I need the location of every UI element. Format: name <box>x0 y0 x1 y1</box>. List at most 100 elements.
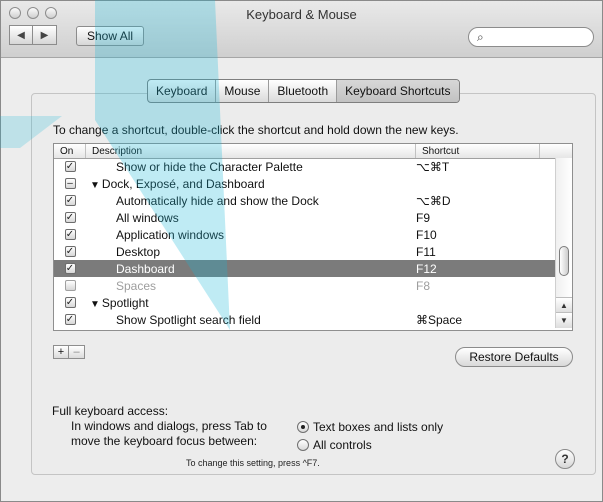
search-field[interactable]: ⌕ <box>468 27 594 47</box>
add-remove-controls: + – <box>53 345 85 359</box>
checkbox-cell <box>54 246 86 257</box>
tab-bluetooth[interactable]: Bluetooth <box>269 80 338 102</box>
radio-button-selected-icon[interactable] <box>297 421 309 433</box>
radio-label: All controls <box>313 438 372 452</box>
shortcut-description: Dashboard <box>86 262 416 276</box>
remove-shortcut-button[interactable]: – <box>69 345 85 359</box>
shortcut-keys[interactable]: F12 <box>416 262 556 276</box>
description-text: Application windows <box>116 227 225 242</box>
right-triangle-icon: ▶ <box>40 29 49 41</box>
table-row[interactable]: Show Spotlight search field ⌘Space <box>54 311 556 328</box>
tab-keyboard[interactable]: Keyboard <box>148 80 217 102</box>
preferences-window: Keyboard & Mouse ◀ ▶ Show All ⌕ Keyboard… <box>0 0 603 502</box>
history-nav: ◀ ▶ <box>9 25 57 45</box>
checkbox-cell <box>54 178 86 189</box>
vertical-scrollbar[interactable]: ▲ ▼ <box>555 158 572 328</box>
disclosure-triangle-icon[interactable]: ▼ <box>90 299 100 310</box>
table-header: On Description Shortcut <box>54 144 572 159</box>
description-text: Desktop <box>116 244 161 259</box>
search-icon: ⌕ <box>477 29 484 44</box>
enabled-checkbox[interactable] <box>64 246 76 257</box>
table-row[interactable]: Show or hide the Character Palette ⌥⌘T <box>54 158 556 175</box>
shortcut-description: Spaces <box>86 279 416 293</box>
column-header-shortcut[interactable]: Shortcut <box>416 144 540 158</box>
table-row[interactable]: Spaces F8 <box>54 277 556 294</box>
search-input[interactable] <box>487 28 582 46</box>
shortcut-description: Desktop <box>86 245 416 259</box>
checkbox-cell <box>54 229 86 240</box>
checkbox-cell <box>54 297 86 308</box>
scroll-up-arrow-icon[interactable]: ▲ <box>556 297 572 313</box>
shortcut-keys[interactable]: F8 <box>416 279 556 293</box>
checkbox-cell <box>54 314 86 325</box>
shortcut-keys[interactable]: ⌥⌘T <box>416 160 556 174</box>
disclosure-triangle-icon[interactable]: ▼ <box>90 180 100 191</box>
enabled-checkbox[interactable] <box>64 161 76 172</box>
description-text: Dock, Exposé, and Dashboard <box>101 176 265 191</box>
shortcut-description: ▼ Spotlight <box>86 296 416 310</box>
window-title: Keyboard & Mouse <box>246 7 357 22</box>
enabled-checkbox[interactable] <box>64 263 76 274</box>
shortcut-keys[interactable]: F10 <box>416 228 556 242</box>
checkbox-cell <box>54 263 86 274</box>
enabled-checkbox[interactable] <box>64 297 76 308</box>
description-text: Spotlight <box>101 295 149 310</box>
description-text: Dashboard <box>116 261 175 276</box>
scrollbar-thumb[interactable] <box>559 246 569 276</box>
checkbox-cell <box>54 280 86 291</box>
help-button[interactable]: ? <box>555 449 575 469</box>
left-triangle-icon: ◀ <box>17 29 25 41</box>
enabled-checkbox[interactable] <box>64 212 76 223</box>
radio-all-controls[interactable]: All controls <box>297 437 443 453</box>
shortcut-description: Show or hide the Character Palette <box>86 160 416 174</box>
table-row[interactable]: Dashboard F12 <box>54 260 556 277</box>
radio-button-icon[interactable] <box>297 439 309 451</box>
enabled-checkbox[interactable] <box>64 195 76 206</box>
description-text: Automatically hide and show the Dock <box>116 193 319 208</box>
keyboard-access-hint: To change this setting, press ^F7. <box>186 458 320 468</box>
restore-defaults-button[interactable]: Restore Defaults <box>455 347 573 367</box>
enabled-checkbox[interactable] <box>64 229 76 240</box>
forward-button[interactable]: ▶ <box>33 25 57 45</box>
add-shortcut-button[interactable]: + <box>53 345 69 359</box>
checkbox-cell <box>54 161 86 172</box>
column-header-description[interactable]: Description <box>86 144 416 158</box>
shortcuts-table[interactable]: On Description Shortcut Show or hide the… <box>53 143 573 331</box>
shortcut-description: Automatically hide and show the Dock <box>86 194 416 208</box>
show-all-button[interactable]: Show All <box>76 26 145 46</box>
table-row[interactable]: Application windows F10 <box>54 226 556 243</box>
radio-text-boxes-and-lists-only[interactable]: Text boxes and lists only <box>297 419 443 435</box>
shortcut-description: Show Spotlight search field <box>86 313 416 327</box>
shortcut-description: ▼ Dock, Exposé, and Dashboard <box>86 177 416 191</box>
enabled-checkbox[interactable] <box>64 280 76 291</box>
shortcut-keys[interactable]: ⌥⌘D <box>416 194 556 208</box>
instruction-text: To change a shortcut, double-click the s… <box>53 123 459 137</box>
shortcut-description: All windows <box>86 211 416 225</box>
description-text: All windows <box>116 210 179 225</box>
scroll-down-arrow-icon[interactable]: ▼ <box>556 312 572 328</box>
table-row[interactable]: Desktop F11 <box>54 243 556 260</box>
table-row[interactable]: ▼Spotlight <box>54 294 556 311</box>
keyboard-access-radio-group: Text boxes and lists only All controls <box>297 419 443 453</box>
shortcut-keys[interactable]: F11 <box>416 245 556 259</box>
description-text: Show Spotlight search field <box>116 312 261 327</box>
shortcut-keys[interactable]: ⌘Space <box>416 313 556 327</box>
shortcut-keys[interactable]: F9 <box>416 211 556 225</box>
full-keyboard-access-description: In windows and dialogs, press Tab to mov… <box>71 419 267 448</box>
description-text: Show or hide the Character Palette <box>116 159 303 174</box>
tab-keyboard-shortcuts[interactable]: Keyboard Shortcuts <box>337 80 459 102</box>
back-button[interactable]: ◀ <box>9 25 33 45</box>
tab-bar: Keyboard Mouse Bluetooth Keyboard Shortc… <box>147 79 460 103</box>
full-keyboard-access-label: Full keyboard access: <box>52 404 169 418</box>
tab-mouse[interactable]: Mouse <box>216 80 270 102</box>
shortcut-description: Application windows <box>86 228 416 242</box>
table-rows: Show or hide the Character Palette⌥⌘T▼Do… <box>54 158 556 328</box>
description-text: Spaces <box>116 278 157 293</box>
column-header-on[interactable]: On <box>54 144 86 158</box>
titlebar: Keyboard & Mouse ◀ ▶ Show All ⌕ <box>1 1 602 58</box>
table-row[interactable]: All windows F9 <box>54 209 556 226</box>
enabled-checkbox[interactable] <box>64 178 76 189</box>
table-row[interactable]: Automatically hide and show the Dock ⌥⌘D <box>54 192 556 209</box>
enabled-checkbox[interactable] <box>64 314 76 325</box>
table-row[interactable]: ▼Dock, Exposé, and Dashboard <box>54 175 556 192</box>
